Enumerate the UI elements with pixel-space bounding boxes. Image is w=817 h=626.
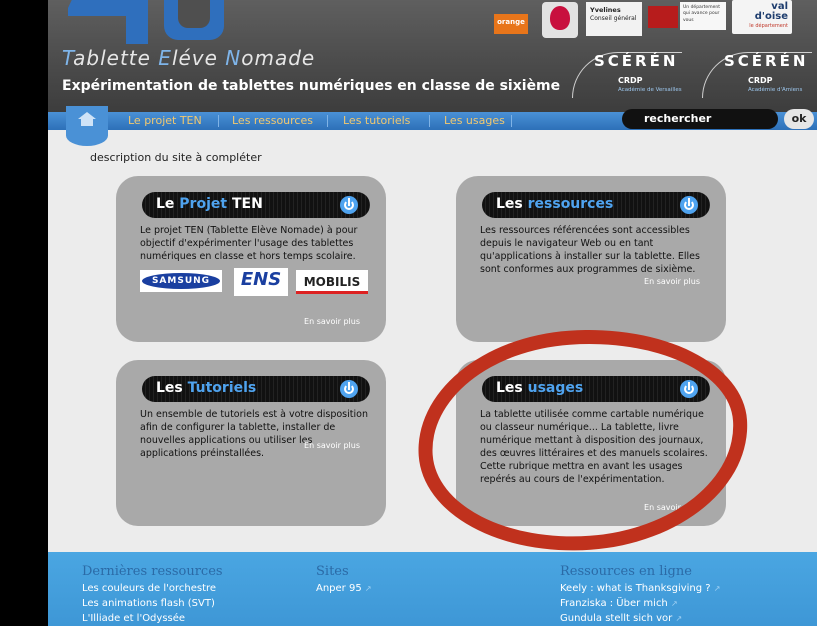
footer-link[interactable]: Keely : what is Thanksgiving ? ↗ xyxy=(560,581,721,596)
ens-logo: ENS xyxy=(234,268,288,296)
nav-separator xyxy=(429,115,430,127)
site-name-part: omade xyxy=(241,46,316,70)
external-link-icon: ↗ xyxy=(713,584,721,593)
card-projet-ten: Le Projet TEN Le projet TEN (Tablette El… xyxy=(116,176,386,342)
site-name-part: ablette xyxy=(73,46,159,70)
footer-link[interactable]: Anper 95 ↗ xyxy=(316,581,372,596)
footer-link-text: Keely : what is Thanksgiving ? xyxy=(560,583,711,594)
heart-icon xyxy=(550,6,570,30)
card-title: Le Projet TEN xyxy=(156,196,263,212)
crdp-versailles-logo[interactable]: SCÉRÉN CRDP Académie de Versailles xyxy=(568,46,688,100)
card-title-accent: ressources xyxy=(527,196,614,212)
footer-link-text: Franziska : Über mich xyxy=(560,598,668,609)
site-name: Tablette Eléve Nomade xyxy=(62,46,315,70)
power-icon[interactable] xyxy=(680,196,698,214)
card-title-accent: Projet xyxy=(179,196,228,212)
external-link-icon: ↗ xyxy=(675,614,683,623)
department-logo[interactable]: Un département qui avance pour vous xyxy=(680,2,726,30)
read-more-link[interactable]: En savoir plus xyxy=(304,317,360,326)
search-input[interactable]: rechercher xyxy=(622,109,778,129)
footer-heading: Dernières ressources xyxy=(82,564,223,579)
footer-col-ressources: Dernières ressources Les couleurs de l'o… xyxy=(82,564,223,626)
site-name-letter: E xyxy=(158,46,172,70)
footer-heading: Sites xyxy=(316,564,349,579)
site-footer: Dernières ressources Les couleurs de l'o… xyxy=(48,552,817,626)
nav-item-usages[interactable]: Les usages xyxy=(444,114,505,127)
card-title-accent: Tutoriels xyxy=(187,380,257,396)
partner-logo-red[interactable] xyxy=(648,6,678,28)
card-text: Le projet TEN (Tablette Elève Nomade) à … xyxy=(140,225,358,262)
card-text: Les ressources référencées sont accessib… xyxy=(480,225,700,275)
card-tutoriels: Les Tutoriels Un ensemble de tutoriels e… xyxy=(116,360,386,526)
yvelines-logo[interactable]: Yvelines Conseil général xyxy=(586,2,642,36)
home-icon xyxy=(78,112,96,126)
footer-link-text: Gundula stellt sich vor xyxy=(560,613,673,624)
site-name-letter: T xyxy=(62,46,74,70)
card-title-plain: Les xyxy=(156,380,188,396)
read-more-link[interactable]: En savoir plus xyxy=(644,277,700,286)
nav-separator xyxy=(511,115,512,127)
card-header[interactable]: Les ressources xyxy=(482,192,710,218)
power-icon[interactable] xyxy=(340,380,358,398)
nav-item-tutoriels[interactable]: Les tutoriels xyxy=(343,114,410,127)
site-subtitle: Expérimentation de tablettes numériques … xyxy=(62,78,561,94)
mobilis-logo: MOBILIS xyxy=(296,270,368,294)
site-header: Tablette Eléve Nomade Expérimentation de… xyxy=(48,0,817,112)
footer-link[interactable]: Franziska : Über mich ↗ xyxy=(560,596,721,611)
card-text: Un ensemble de tutoriels est à votre dis… xyxy=(140,409,368,459)
site-name-part: léve xyxy=(171,46,226,70)
crdp-academy: Académie de Versailles xyxy=(618,87,682,93)
footer-col-en-ligne: Ressources en ligne Keely : what is Than… xyxy=(560,564,721,626)
crdp-amiens-logo[interactable]: SCÉRÉN CRDP Académie d'Amiens xyxy=(698,46,817,100)
crdp-label: CRDP xyxy=(618,76,643,85)
site-description: description du site à compléter xyxy=(90,151,262,164)
ten-logo[interactable] xyxy=(68,0,228,44)
external-link-icon: ↗ xyxy=(670,599,678,608)
card-title-plain: Le xyxy=(156,196,180,212)
search-ok-button[interactable]: ok xyxy=(784,109,814,129)
nav-separator xyxy=(327,115,328,127)
yvelines-sub: Conseil général xyxy=(590,15,637,23)
footer-link[interactable]: Gundula stellt sich vor ↗ xyxy=(560,611,721,626)
nav-item-projet[interactable]: Le projet TEN xyxy=(128,114,202,127)
sceren-brand: SCÉRÉN xyxy=(594,52,679,70)
card-title: Les ressources xyxy=(496,196,613,212)
card-header[interactable]: Le Projet TEN xyxy=(142,192,370,218)
logo-shape xyxy=(126,0,148,44)
main-nav: Le projet TEN Les ressources Les tutorie… xyxy=(48,106,817,146)
site-name-letter: N xyxy=(225,46,242,70)
logo-shape xyxy=(164,0,224,40)
external-link-icon: ↗ xyxy=(364,584,372,593)
orange-logo[interactable]: orange xyxy=(494,14,528,34)
crdp-academy: Académie d'Amiens xyxy=(748,87,803,93)
nav-separator xyxy=(218,115,219,127)
crdp-label: CRDP xyxy=(748,76,773,85)
footer-heading: Ressources en ligne xyxy=(560,564,692,579)
partner-logos: SAMSUNG ENS MOBILIS xyxy=(140,268,370,298)
valdoise-line: d'oise xyxy=(754,11,788,22)
footer-link-text: Anper 95 xyxy=(316,583,362,594)
power-icon[interactable] xyxy=(340,196,358,214)
samsung-wordmark: SAMSUNG xyxy=(142,273,220,289)
card-header[interactable]: Les Tutoriels xyxy=(142,376,370,402)
samsung-logo: SAMSUNG xyxy=(140,270,222,292)
footer-link[interactable]: L'Illiade et l'Odyssée xyxy=(82,611,223,626)
card-title-suffix: TEN xyxy=(227,196,263,212)
home-button[interactable] xyxy=(66,106,108,146)
read-more-link[interactable]: En savoir plus xyxy=(304,441,360,450)
browser-viewport: Tablette Eléve Nomade Expérimentation de… xyxy=(0,0,817,626)
valdoise-sub: le département xyxy=(749,23,788,29)
card-title: Les Tutoriels xyxy=(156,380,256,396)
sceren-brand: SCÉRÉN xyxy=(724,52,809,70)
partner-logo-round[interactable] xyxy=(542,2,578,38)
web-page: Tablette Eléve Nomade Expérimentation de… xyxy=(48,0,817,626)
card-title-plain: Les xyxy=(496,196,528,212)
yvelines-name: Yvelines xyxy=(590,6,621,14)
footer-link[interactable]: Les couleurs de l'orchestre xyxy=(82,581,223,596)
nav-item-ressources[interactable]: Les ressources xyxy=(232,114,313,127)
card-ressources: Les ressources Les ressources référencée… xyxy=(456,176,726,342)
footer-link[interactable]: Les animations flash (SVT) xyxy=(82,596,223,611)
footer-col-sites: Sites Anper 95 ↗ xyxy=(316,564,372,596)
valdoise-logo[interactable]: val d'oise le département xyxy=(732,0,792,34)
